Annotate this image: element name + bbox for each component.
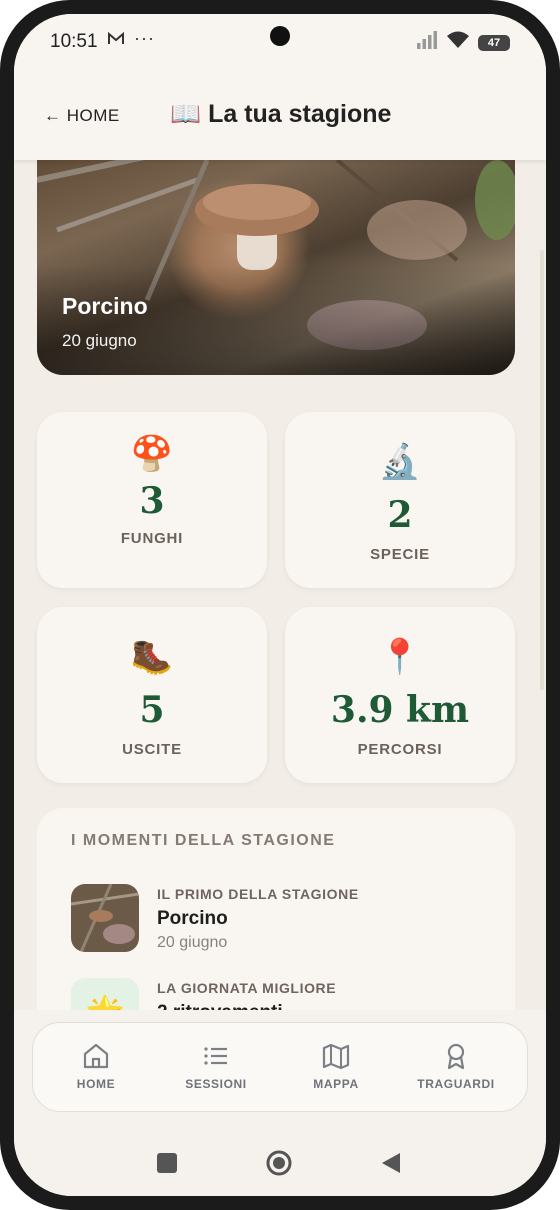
map-pin-icon: 📍 <box>378 638 422 676</box>
hero-date: 20 giugno <box>62 331 137 350</box>
nav-sessioni[interactable]: SESSIONI <box>161 1041 271 1091</box>
stat-label: FUNGHI <box>120 530 184 547</box>
nav-mappa[interactable]: MAPPA <box>281 1041 391 1091</box>
stat-card-percorsi[interactable]: 📍 3.9 km PERCORSI <box>285 607 515 783</box>
stat-value: 3 <box>139 480 165 522</box>
stat-value: 5 <box>139 689 165 731</box>
hero-title: Porcino <box>62 293 148 319</box>
stat-card-uscite[interactable]: 🥾 5 USCITE <box>37 607 267 783</box>
stat-value: 3.9 km <box>330 689 470 731</box>
battery-icon: 47 <box>478 34 510 51</box>
back-button-icon[interactable] <box>378 1150 404 1176</box>
nav-label: TRAGUARDI <box>417 1077 495 1091</box>
stat-card-funghi[interactable]: 🍄 3 FUNGHI <box>37 412 267 588</box>
status-indicators: 47 <box>416 31 510 54</box>
system-navigation-bar <box>14 1130 546 1196</box>
hero-card[interactable]: Porcino 20 giugno <box>37 160 515 375</box>
scroll-content[interactable]: Porcino 20 giugno 🍄 3 FUNGHI 🔬 2 SPECIE … <box>14 160 546 1010</box>
home-icon <box>83 1043 109 1069</box>
wifi-icon <box>446 31 470 54</box>
hiking-boot-icon: 🥾 <box>130 638 174 676</box>
scrollbar[interactable] <box>540 250 544 690</box>
nav-label: MAPPA <box>313 1077 359 1091</box>
signal-icon <box>416 31 438 54</box>
moments-title: I MOMENTI DELLA STAGIONE <box>71 832 336 849</box>
recents-icon[interactable] <box>154 1150 180 1176</box>
gmail-icon <box>108 31 124 50</box>
map-icon <box>322 1043 350 1070</box>
list-icon <box>204 1047 227 1065</box>
home-button-icon[interactable] <box>266 1150 292 1176</box>
moment-title: 2 ritrovamenti <box>157 1002 283 1010</box>
season-moments-card: I MOMENTI DELLA STAGIONE IL PRIMO DELLA … <box>37 808 515 1010</box>
status-bar: 10:51 ··· 47 <box>14 14 546 72</box>
hero-shade <box>37 265 515 375</box>
stat-label: SPECIE <box>370 546 430 563</box>
nav-label: HOME <box>76 1077 116 1091</box>
back-home-link[interactable]: ← HOME <box>44 106 120 126</box>
app-header: ← HOME 📖 La tua stagione <box>14 72 546 160</box>
front-camera <box>270 26 290 46</box>
moment-title: Porcino <box>157 908 228 929</box>
page-title: 📖 La tua stagione <box>170 100 392 128</box>
more-notifications-icon: ··· <box>134 28 155 48</box>
stat-value: 2 <box>387 494 413 536</box>
moment-item-best-day[interactable]: 🌟 LA GIORNATA MIGLIORE 2 ritrovamenti <box>71 978 491 1010</box>
status-time: 10:51 <box>50 31 98 52</box>
nav-home[interactable]: HOME <box>41 1041 151 1091</box>
nav-traguardi[interactable]: TRAGUARDI <box>401 1041 511 1091</box>
phone-frame: 10:51 ··· 47 ← HOME 📖 La tua stagione Po… <box>0 0 560 1210</box>
nav-label: SESSIONI <box>185 1077 247 1091</box>
screen: 10:51 ··· 47 ← HOME 📖 La tua stagione Po… <box>14 14 546 1196</box>
moment-eyebrow: LA GIORNATA MIGLIORE <box>157 980 337 996</box>
moment-thumbnail <box>71 884 139 952</box>
bottom-area: HOME SESSIONI MAPPA TRAGUARDI <box>14 1010 546 1130</box>
award-icon <box>447 1043 465 1070</box>
moment-item-first[interactable]: IL PRIMO DELLA STAGIONE Porcino 20 giugn… <box>71 884 491 964</box>
star-icon: 🌟 <box>71 978 139 1010</box>
moment-eyebrow: IL PRIMO DELLA STAGIONE <box>157 886 359 902</box>
bottom-navigation: HOME SESSIONI MAPPA TRAGUARDI <box>32 1022 528 1112</box>
mushroom-icon: 🍄 <box>130 435 174 473</box>
stat-card-specie[interactable]: 🔬 2 SPECIE <box>285 412 515 588</box>
stat-label: PERCORSI <box>357 741 443 758</box>
moment-subtitle: 20 giugno <box>157 934 228 951</box>
stat-label: USCITE <box>122 741 182 758</box>
microscope-icon: 🔬 <box>378 443 422 481</box>
